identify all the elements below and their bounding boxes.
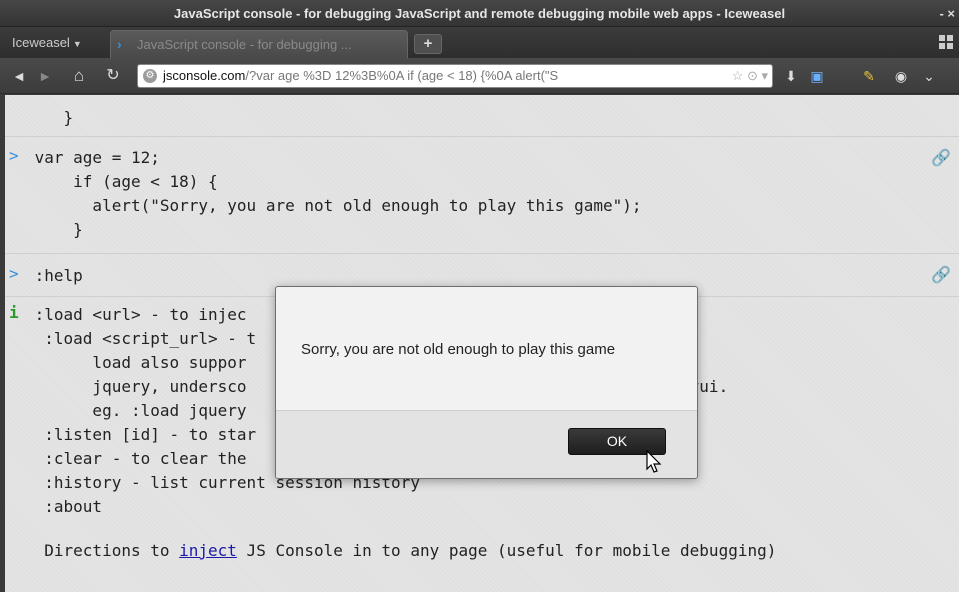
url-domain: jsconsole.com — [163, 68, 246, 83]
home-button[interactable]: ⌂ — [70, 67, 88, 85]
url-path: /?var age %3D 12%3B%0A if (age < 18) {%0… — [245, 68, 559, 83]
url-text[interactable]: jsconsole.com/?var age %3D 12%3B%0A if (… — [163, 65, 558, 87]
back-button[interactable]: ◄ — [10, 67, 28, 85]
help-line: :about — [25, 497, 103, 516]
tab-title: JavaScript console - for debugging ... — [137, 37, 352, 52]
code-line: alert("Sorry, you are not old enough to … — [25, 196, 642, 215]
navigation-toolbar: ◄ ► ⌂ ↻ ⚙ jsconsole.com/?var age %3D 12%… — [0, 58, 959, 94]
prompt-icon: > — [9, 264, 19, 283]
directions-suffix: JS Console in to any page (useful for mo… — [236, 541, 777, 560]
code-line: :help — [25, 266, 83, 285]
app-menu-label: Iceweasel — [12, 35, 70, 50]
permalink-icon[interactable]: 🔗 — [931, 265, 951, 284]
app-menu-button[interactable]: Iceweasel ▼ — [6, 33, 88, 53]
url-controls[interactable]: ☆ ⊙ ▾ — [727, 65, 768, 87]
alert-footer: OK — [276, 410, 697, 478]
chevron-down-icon: ▼ — [72, 39, 82, 49]
inject-link[interactable]: inject — [179, 541, 237, 560]
url-bar[interactable]: ⚙ jsconsole.com/?var age %3D 12%3B%0A if… — [137, 64, 773, 88]
code-line: if (age < 18) { — [25, 172, 218, 191]
site-identity-icon[interactable]: ⚙ — [143, 69, 157, 83]
tab-active[interactable]: › JavaScript console - for debugging ... — [110, 30, 408, 58]
directions-prefix: Directions to — [25, 541, 180, 560]
alert-message: Sorry, you are not old enough to play th… — [301, 341, 616, 358]
window-titlebar: JavaScript console - for debugging JavaS… — [0, 0, 959, 27]
forward-button[interactable]: ► — [36, 67, 54, 85]
bookmarks-icon[interactable]: ▣ — [808, 67, 826, 85]
code-line: var age = 12; — [25, 148, 160, 167]
reload-button[interactable]: ↻ — [104, 67, 122, 85]
window-title: JavaScript console - for debugging JavaS… — [173, 6, 786, 21]
info-icon: i — [9, 303, 19, 322]
download-icon[interactable]: ⬇ — [782, 67, 800, 85]
tools-icon[interactable]: ✎ — [860, 67, 878, 85]
directions-line: Directions to inject JS Console in to an… — [25, 539, 776, 563]
addon-icon[interactable]: ◉ — [892, 67, 910, 85]
tab-groups-icon[interactable] — [939, 35, 953, 49]
code-line: } — [25, 108, 74, 127]
console-entry: > var age = 12; if (age < 18) { alert("S… — [5, 138, 959, 254]
window-controls[interactable]: - × — [939, 0, 955, 27]
mouse-cursor-icon — [646, 450, 662, 473]
code-line: } — [25, 220, 83, 239]
prompt-icon: > — [9, 146, 19, 165]
alert-dialog: Sorry, you are not old enough to play th… — [275, 286, 698, 479]
menu-icon[interactable]: ⌄ — [920, 67, 938, 85]
permalink-icon[interactable]: 🔗 — [931, 148, 951, 167]
favicon-icon: › — [117, 36, 122, 52]
new-tab-button[interactable]: + — [414, 34, 442, 54]
console-entry: } — [5, 95, 959, 137]
tab-bar: Iceweasel ▼ › JavaScript console - for de… — [0, 27, 959, 58]
